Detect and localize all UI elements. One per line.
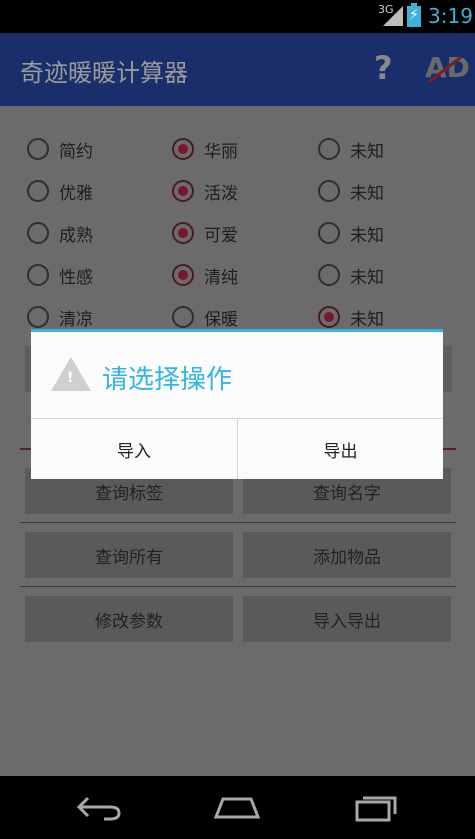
home-icon[interactable] [213,796,261,820]
radio-button[interactable] [27,180,49,202]
export-button[interactable]: 导出 [238,419,443,479]
app-title: 奇迹暖暖计算器 [20,59,188,87]
radio-label: 活泼 [204,183,238,204]
radio-button[interactable] [318,264,340,286]
radio-label: 未知 [350,183,384,204]
radio-option[interactable]: 未知 [318,132,384,166]
radio-button-checked[interactable] [172,138,194,160]
radio-label: 未知 [350,267,384,288]
divider [20,586,456,587]
warning-mark-icon: ! [67,370,74,386]
radio-button[interactable] [318,222,340,244]
radio-option[interactable]: 未知 [318,216,384,250]
radio-label: 保暖 [204,309,238,330]
radio-option[interactable]: 可爱 [172,216,238,250]
radio-option[interactable]: 华丽 [172,132,238,166]
operation-dialog: ! 请选择操作 导入 导出 [31,329,443,479]
dialog-title: 请选择操作 [102,365,233,395]
radio-row: 简约 华丽 未知 [0,132,475,166]
radio-label: 未知 [350,225,384,246]
back-icon[interactable] [76,794,122,822]
radio-label: 性感 [59,267,93,288]
radio-button[interactable] [27,138,49,160]
radio-label: 成熟 [59,225,93,246]
radio-button-checked[interactable] [172,180,194,202]
radio-label: 简约 [59,141,93,162]
navigation-bar [0,776,475,839]
radio-button-checked[interactable] [172,222,194,244]
radio-button[interactable] [27,306,49,328]
radio-option[interactable]: 性感 [27,258,93,292]
radio-option[interactable]: 活泼 [172,174,238,208]
radio-button[interactable] [318,138,340,160]
radio-row: 成熟 可爱 未知 [0,216,475,250]
radio-option[interactable]: 简约 [27,132,93,166]
radio-option[interactable]: 成熟 [27,216,93,250]
recent-apps-icon[interactable] [355,794,399,822]
modify-params-button[interactable]: 修改参数 [25,596,233,642]
radio-label: 可爱 [204,225,238,246]
action-bar: 奇迹暖暖计算器 ? AD [0,33,475,106]
radio-label: 未知 [350,141,384,162]
radio-row: 性感 清纯 未知 [0,258,475,292]
radio-button-checked[interactable] [318,306,340,328]
query-all-button[interactable]: 查询所有 [25,532,233,578]
radio-button[interactable] [27,222,49,244]
radio-option[interactable]: 优雅 [27,174,93,208]
radio-label: 未知 [350,309,384,330]
radio-option[interactable]: 清纯 [172,258,238,292]
radio-label: 华丽 [204,141,238,162]
radio-option[interactable]: 未知 [318,174,384,208]
radio-button[interactable] [318,180,340,202]
help-icon[interactable]: ? [374,49,393,87]
radio-button[interactable] [172,306,194,328]
divider [20,522,456,523]
radio-label: 优雅 [59,183,93,204]
import-export-button[interactable]: 导入导出 [243,596,451,642]
signal-icon [383,6,403,26]
add-item-button[interactable]: 添加物品 [243,532,451,578]
radio-button-checked[interactable] [172,264,194,286]
radio-option[interactable]: 未知 [318,258,384,292]
status-bar: 3G ⚡ 3:19 [0,0,475,33]
radio-button[interactable] [27,264,49,286]
radio-label: 清纯 [204,267,238,288]
charging-icon: ⚡ [409,7,419,23]
import-button[interactable]: 导入 [31,419,237,479]
clock: 3:19 [428,4,473,28]
radio-label: 清凉 [59,309,93,330]
radio-row: 优雅 活泼 未知 [0,174,475,208]
